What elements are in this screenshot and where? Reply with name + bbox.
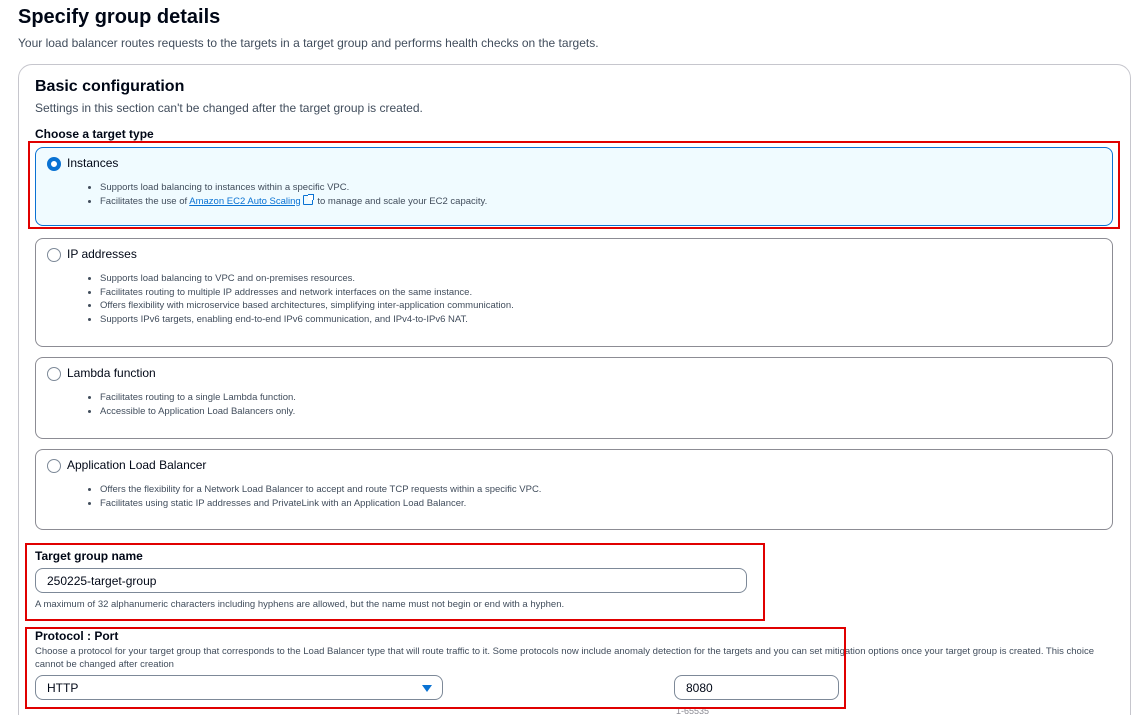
tile-bullets: Facilitates routing to a single Lambda f… [100,391,296,418]
bullet: Facilitates using static IP addresses an… [100,497,541,511]
target-type-label: Choose a target type [35,127,154,141]
tile-bullets: Offers the flexibility for a Network Loa… [100,483,541,510]
tile-bullets: Supports load balancing to VPC and on-pr… [100,272,514,326]
bullet: Offers the flexibility for a Network Loa… [100,483,541,497]
highlight-box-instances [28,141,1120,229]
bullet: Accessible to Application Load Balancers… [100,405,296,419]
tile-title: Lambda function [67,366,156,380]
bullet: Supports IPv6 targets, enabling end-to-e… [100,313,514,327]
section-description: Settings in this section can't be change… [35,101,423,115]
page-title: Specify group details [18,6,221,28]
highlight-box-target-group-name [25,543,765,621]
ip-addresses-radio[interactable] [47,248,61,262]
target-type-alb-tile[interactable]: Application Load Balancer Offers the fle… [35,449,1113,530]
bullet: Facilitates routing to a single Lambda f… [100,391,296,405]
tile-title: IP addresses [67,247,137,261]
page-description: Your load balancer routes requests to th… [18,36,599,50]
alb-radio[interactable] [47,459,61,473]
section-title: Basic configuration [35,78,185,95]
target-type-ip-addresses-tile[interactable]: IP addresses Supports load balancing to … [35,238,1113,347]
lambda-radio[interactable] [47,367,61,381]
tile-title: Application Load Balancer [67,458,207,472]
bullet: Offers flexibility with microservice bas… [100,299,514,313]
bullet: Supports load balancing to VPC and on-pr… [100,272,514,286]
bullet: Facilitates routing to multiple IP addre… [100,286,514,300]
target-type-lambda-tile[interactable]: Lambda function Facilitates routing to a… [35,357,1113,439]
highlight-box-protocol-port [25,627,846,709]
